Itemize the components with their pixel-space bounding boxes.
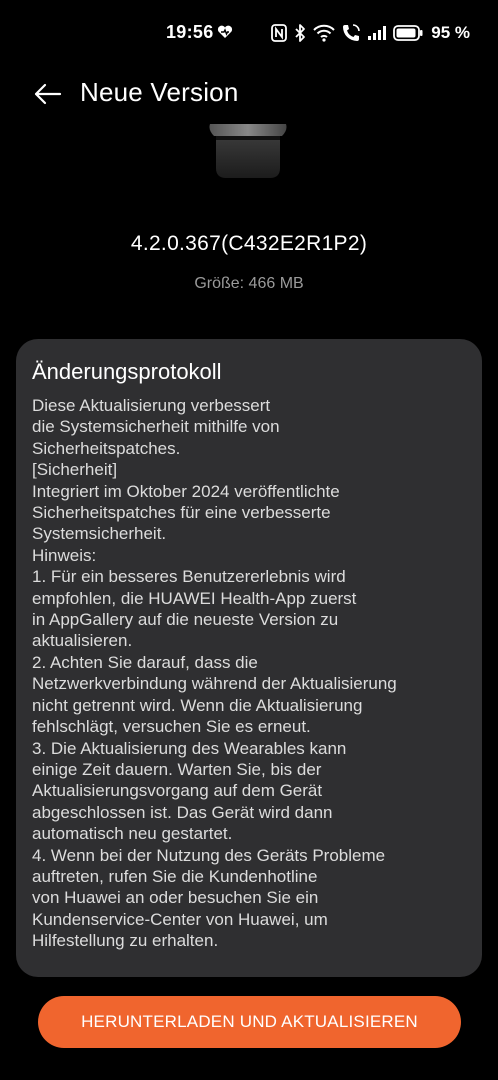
changelog-line: 3. Die Aktualisierung des Wearables kann: [32, 738, 347, 758]
battery-icon: [393, 25, 423, 41]
changelog-line: Sicherheitspatches für eine verbesserte: [32, 503, 331, 523]
bluetooth-icon: [295, 24, 306, 42]
changelog-line: Hilfestellung zu erhalten.: [32, 931, 219, 951]
changelog-body: Diese Aktualisierung verbessert die Syste…: [32, 395, 466, 952]
status-time: 19:56: [166, 22, 214, 42]
watch-image: [209, 124, 287, 178]
changelog-line: Kundenservice-Center von Huawei, um: [32, 909, 328, 929]
changelog-line: Integriert im Oktober 2024 veröffentlich…: [32, 481, 340, 501]
changelog-line: automatisch neu gestartet.: [32, 824, 233, 844]
version-number: 4.2.0.367(C432E2R1P2): [130, 232, 368, 255]
changelog-line: Systemsicherheit.: [32, 524, 167, 544]
changelog-line: abgeschlossen ist. Das Gerät wird dann: [32, 802, 333, 822]
signal-icon: [368, 26, 387, 40]
changelog-line: Hinweis:: [32, 545, 97, 565]
changelog-line: die Systemsicherheit mithilfe von: [32, 417, 280, 437]
changelog-line: 2. Achten Sie darauf, dass die: [32, 652, 258, 672]
page-title: Neue Version: [80, 77, 239, 107]
changelog-line: Netzwerkverbindung während der Aktualisi…: [32, 674, 397, 694]
wifi-call-icon: [343, 24, 361, 41]
changelog-line: 1. Für ein besseres Benutzererlebnis wir…: [32, 567, 346, 587]
changelog-line: auftreten, rufen Sie die Kundenhotline: [32, 866, 318, 886]
changelog-line: von Huawei an oder besuchen Sie ein: [32, 888, 319, 908]
nfc-icon: [271, 24, 288, 42]
changelog-line: fehlschlägt, versuchen Sie es erneut.: [32, 717, 311, 737]
app-header: Neue Version: [0, 66, 498, 122]
arrow-left-icon: [34, 83, 62, 105]
changelog-line: einige Zeit dauern. Warten Sie, bis der: [32, 759, 322, 779]
changelog-line: empfohlen, die HUAWEI Health-App zuerst: [32, 588, 357, 608]
changelog-line: 4. Wenn bei der Nutzung des Geräts Probl…: [32, 845, 386, 865]
back-button[interactable]: [30, 76, 66, 112]
changelog-line: Diese Aktualisierung verbessert: [32, 396, 271, 415]
changelog-line: in AppGallery auf die neueste Version zu: [32, 610, 339, 630]
changelog-line: aktualisieren.: [32, 631, 133, 651]
battery-percent: 95 %: [431, 23, 470, 42]
changelog-line: Aktualisierungsvorgang auf dem Gerät: [32, 781, 323, 801]
changelog-line: Sicherheitspatches.: [32, 438, 181, 458]
changelog-card[interactable]: Änderungsprotokoll Diese Aktualisierung …: [16, 339, 482, 977]
changelog-line: [Sicherheit]: [32, 460, 118, 480]
wifi-icon: [313, 24, 335, 42]
changelog-line: nicht getrennt wird. Wenn die Aktualisie…: [32, 695, 363, 715]
package-size: Größe: 466 MB: [194, 275, 304, 292]
status-icons: 95 %: [271, 22, 470, 44]
status-bar: 19:56 95 %: [0, 0, 498, 66]
download-and-update-button[interactable]: HERUNTERLADEN UND AKTUALISIEREN: [38, 996, 461, 1048]
changelog-title: Änderungsprotokoll: [32, 359, 222, 384]
heart-sync-icon: [217, 25, 233, 38]
